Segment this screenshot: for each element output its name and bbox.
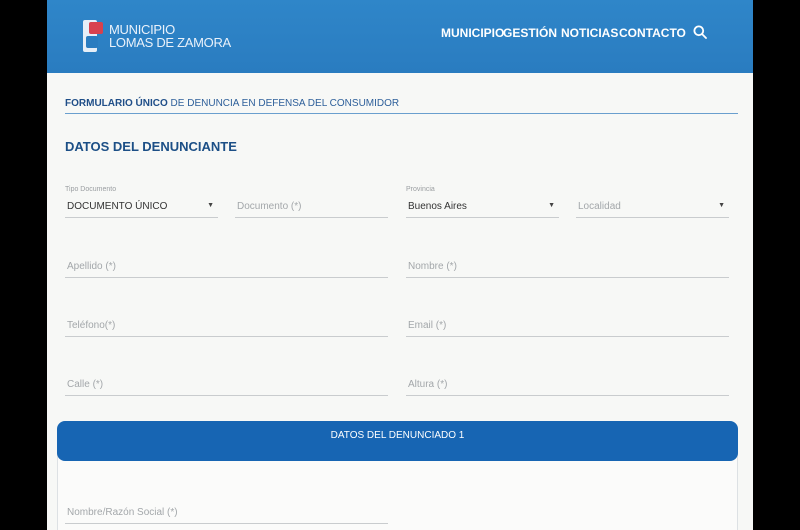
chevron-down-icon: ▼ (548, 202, 555, 209)
telefono-input[interactable]: Teléfono(*) (65, 307, 388, 337)
tipo-documento-select[interactable]: Tipo Documento DOCUMENTO ÚNICO ▼ (65, 186, 218, 218)
nombre-razon-social-input[interactable]: Nombre/Razón Social (*) (65, 494, 388, 524)
apellido-placeholder: Apellido (*) (67, 261, 116, 272)
tipo-documento-value: DOCUMENTO ÚNICO (67, 201, 168, 212)
chevron-down-icon: ▼ (718, 202, 725, 209)
apellido-input[interactable]: Apellido (*) (65, 248, 388, 278)
logo[interactable]: MUNICIPIO LOMAS DE ZAMORA (83, 20, 231, 52)
logo-text: MUNICIPIO LOMAS DE ZAMORA (109, 23, 231, 49)
site-header: MUNICIPIO LOMAS DE ZAMORA MUNICIPIO GEST… (47, 0, 753, 73)
denunciado-section-header[interactable]: DATOS DEL DENUNCIADO 1 (57, 421, 738, 461)
logo-line2: LOMAS DE ZAMORA (109, 35, 231, 50)
calle-placeholder: Calle (*) (67, 379, 104, 390)
breadcrumb-rest: DE DENUNCIA EN DEFENSA DEL CONSUMIDOR (167, 98, 400, 109)
section-title: DATOS DEL DENUNCIANTE (65, 139, 237, 154)
nombre-razon-social-placeholder: Nombre/Razón Social (*) (67, 507, 178, 518)
localidad-select[interactable]: Localidad ▼ (576, 188, 729, 218)
email-placeholder: Email (*) (408, 320, 447, 331)
chevron-down-icon: ▼ (207, 202, 214, 209)
documento-input[interactable]: Documento (*) (235, 188, 388, 218)
breadcrumb: FORMULARIO ÚNICO DE DENUNCIA EN DEFENSA … (65, 98, 399, 109)
breadcrumb-strong: FORMULARIO ÚNICO (65, 98, 168, 109)
altura-input[interactable]: Altura (*) (406, 366, 729, 396)
nombre-input[interactable]: Nombre (*) (406, 248, 729, 278)
email-input[interactable]: Email (*) (406, 307, 729, 337)
tipo-documento-label: Tipo Documento (65, 186, 117, 193)
denunciado-title: DATOS DEL DENUNCIADO 1 (330, 430, 465, 441)
search-icon[interactable] (693, 25, 707, 39)
altura-placeholder: Altura (*) (408, 379, 448, 390)
nav-noticias[interactable]: NOTICIAS (561, 26, 618, 40)
provincia-select[interactable]: Provincia Buenos Aires ▼ (406, 186, 559, 218)
provincia-value: Buenos Aires (408, 201, 467, 212)
nav-municipio[interactable]: MUNICIPIO (441, 26, 504, 40)
documento-placeholder: Documento (*) (237, 201, 302, 212)
provincia-label: Provincia (406, 186, 435, 193)
telefono-placeholder: Teléfono(*) (67, 320, 116, 331)
page: MUNICIPIO LOMAS DE ZAMORA MUNICIPIO GEST… (47, 0, 753, 530)
nombre-placeholder: Nombre (*) (408, 261, 457, 272)
calle-input[interactable]: Calle (*) (65, 366, 388, 396)
breadcrumb-divider (65, 113, 738, 114)
logo-mark-icon (83, 20, 103, 52)
nav-gestion[interactable]: GESTIÓN (503, 26, 557, 40)
localidad-placeholder: Localidad (578, 201, 621, 212)
nav-contacto[interactable]: CONTACTO (619, 26, 686, 40)
